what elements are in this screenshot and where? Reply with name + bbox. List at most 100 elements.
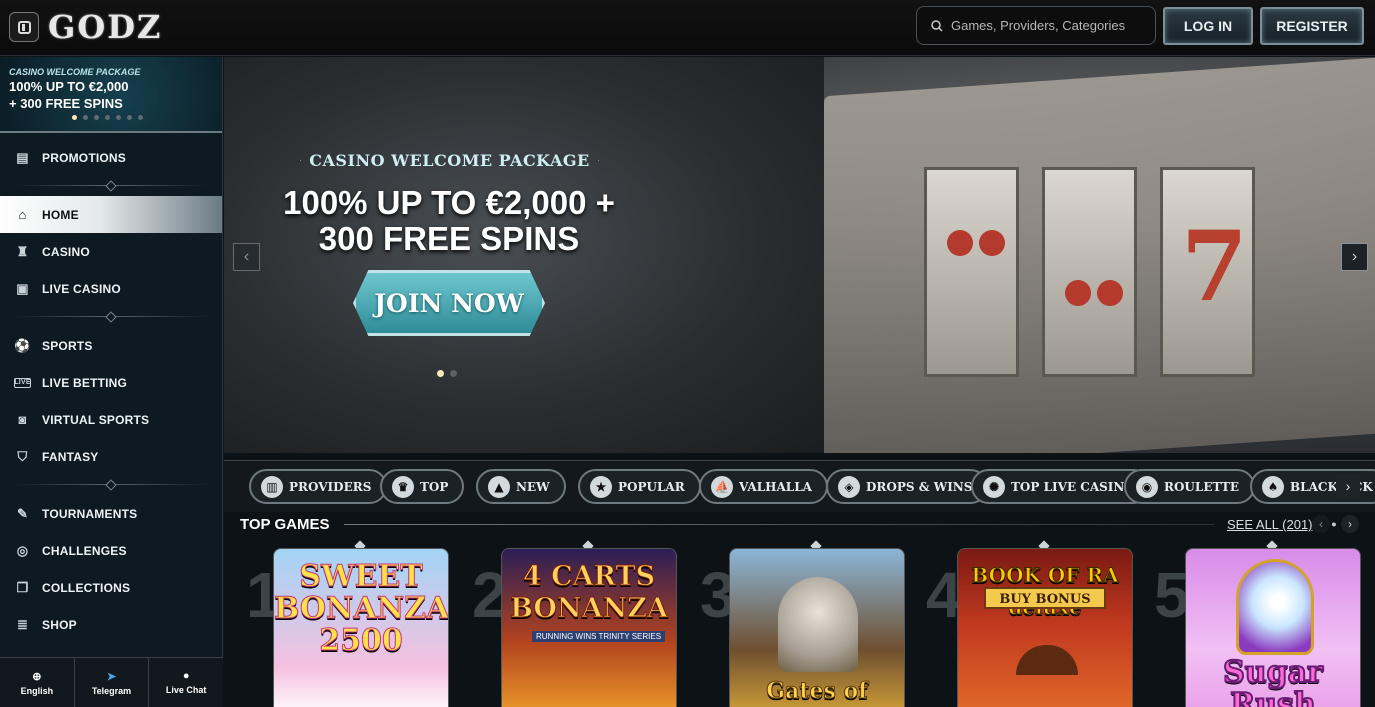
chat-bubble-icon: ● xyxy=(182,670,190,682)
category-label: NEW xyxy=(516,479,550,494)
slot-reel xyxy=(924,167,1019,377)
sidebar-item-tournaments[interactable]: ✎ TOURNAMENTS xyxy=(0,495,222,532)
search-input[interactable] xyxy=(951,18,1141,33)
game-card-4-carts-bonanza[interactable]: 4 CARTS BONANZA RUNNING WINS TRINITY SERI… xyxy=(501,548,677,707)
vr-icon: ◙ xyxy=(18,412,27,427)
promo-carousel-dots xyxy=(72,115,143,120)
carousel-dot[interactable] xyxy=(105,115,110,120)
soccer-ball-icon: ⚽ xyxy=(14,337,31,353)
language-label: English xyxy=(20,685,54,696)
game-title: 4 CARTS BONANZA xyxy=(510,561,669,625)
top-games-next-button[interactable]: › xyxy=(1341,515,1359,533)
logo[interactable]: GODZ xyxy=(48,8,162,46)
category-drops-wins[interactable]: ◈ DROPS & WINS xyxy=(826,469,989,504)
sidebar-item-sports[interactable]: ⚽ SPORTS xyxy=(0,327,222,364)
top-games-header: TOP GAMES SEE ALL (201) ‹ ● › xyxy=(224,512,1375,538)
carousel-dot[interactable] xyxy=(450,370,457,377)
roulette-icon: ◉ xyxy=(1136,475,1158,498)
sidebar-item-label: SPORTS xyxy=(42,338,93,353)
register-button[interactable]: REGISTER xyxy=(1260,7,1364,45)
login-button[interactable]: LOG IN xyxy=(1163,7,1253,45)
hero-next-button[interactable]: › xyxy=(1341,243,1368,271)
zeus-figure xyxy=(778,577,858,672)
game-tag: RUNNING WINS TRINITY SERIES xyxy=(532,631,666,642)
game-title: Sugar Rush xyxy=(1222,655,1324,707)
sidebar-bottom-bar: ⊕ English ➤ Telegram ● Live Chat xyxy=(0,657,223,707)
casino-icon: ♜ xyxy=(16,243,29,259)
category-top[interactable]: ♛ TOP xyxy=(380,469,465,504)
sidebar-toggle-icon xyxy=(17,20,31,34)
join-now-button[interactable]: JOIN NOW xyxy=(353,270,545,336)
sidebar-item-collections[interactable]: ❐ COLLECTIONS xyxy=(0,569,222,606)
sidebar-item-promotions[interactable]: ▤ PROMOTIONS xyxy=(0,139,222,176)
live-chat-label: Live Chat xyxy=(165,685,207,695)
chevron-right-icon: › xyxy=(1348,517,1352,531)
target-icon: ◎ xyxy=(16,542,29,558)
category-label: TOP LIVE CASINO xyxy=(1011,479,1135,494)
see-all-link[interactable]: SEE ALL (201) xyxy=(1227,517,1313,532)
sidebar-promo-banner[interactable]: CASINO WELCOME PACKAGE 100% UP TO €2,000… xyxy=(0,57,222,133)
carousel-dot[interactable] xyxy=(116,115,121,120)
chevron-left-icon: ‹ xyxy=(1319,517,1323,531)
category-valhalla[interactable]: ⛵ VALHALLA xyxy=(699,469,828,504)
gift-box-icon: ▤ xyxy=(16,149,29,165)
chevron-right-icon: › xyxy=(1351,248,1358,265)
sidebar-item-label: LIVE BETTING xyxy=(42,375,128,390)
sidebar-item-label: LIVE CASINO xyxy=(42,281,121,296)
live-chat-button[interactable]: ● Live Chat xyxy=(149,658,223,707)
hero-banner[interactable]: 7 CASINO WELCOME PACKAGE 100% UP TO €2,0… xyxy=(224,57,1375,453)
hero-subtitle: CASINO WELCOME PACKAGE xyxy=(292,149,607,171)
sidebar-toggle-button[interactable] xyxy=(9,12,39,42)
sidebar-item-live-betting[interactable]: LIVE LIVE BETTING xyxy=(0,364,222,401)
sidebar-item-label: CHALLENGES xyxy=(42,543,127,558)
category-new[interactable]: ▲ NEW xyxy=(476,469,566,504)
sidebar-item-challenges[interactable]: ◎ CHALLENGES xyxy=(0,532,222,569)
live-icon: LIVE xyxy=(14,377,31,388)
divider xyxy=(0,475,222,495)
hero-prev-button[interactable]: ‹ xyxy=(233,243,260,271)
category-roulette[interactable]: ◉ ROULETTE xyxy=(1124,469,1256,504)
game-card-sweet-bonanza[interactable]: SWEET BONANZA 2500 xyxy=(273,548,449,707)
blackjack-icon: ♠ xyxy=(1262,475,1284,498)
category-label: POPULAR xyxy=(618,479,685,494)
shield-icon: ⛉ xyxy=(17,448,28,464)
category-popular[interactable]: ★ POPULAR xyxy=(578,469,701,504)
sidebar-item-shop[interactable]: ≣ SHOP xyxy=(0,606,222,643)
sidebar-item-virtual-sports[interactable]: ◙ VIRTUAL SPORTS xyxy=(0,401,222,438)
sidebar-item-fantasy[interactable]: ⛉ FANTASY xyxy=(0,438,222,475)
explorer-hat xyxy=(1016,645,1078,675)
uk-flag-icon: ⊕ xyxy=(32,670,42,683)
language-button[interactable]: ⊕ English xyxy=(0,658,75,707)
sidebar-item-live-casino[interactable]: ▣ LIVE CASINO xyxy=(0,270,222,307)
carousel-dot[interactable] xyxy=(437,370,444,377)
carousel-dot[interactable] xyxy=(83,115,88,120)
carousel-dot[interactable] xyxy=(94,115,99,120)
top-games-title: TOP GAMES xyxy=(240,516,330,533)
bell-icon: ▲ xyxy=(488,475,510,498)
sidebar-item-label: COLLECTIONS xyxy=(42,580,131,595)
sidebar-item-casino[interactable]: ♜ CASINO xyxy=(0,233,222,270)
game-card-sugar-rush[interactable]: Sugar Rush xyxy=(1185,548,1361,707)
top-games-row: 1 SWEET BONANZA 2500 2 4 CARTS BONANZA RU… xyxy=(224,540,1375,707)
coins-icon: ≣ xyxy=(16,616,29,632)
carousel-dot[interactable] xyxy=(72,115,77,120)
sidebar-item-home[interactable]: ⌂ HOME xyxy=(0,196,222,233)
telegram-button[interactable]: ➤ Telegram xyxy=(75,658,150,707)
carousel-dot[interactable] xyxy=(127,115,132,120)
game-card-gates-of-olympus[interactable]: Gates of xyxy=(729,548,905,707)
hero-title: 100% UP TO €2,000 + 300 FREE SPINS xyxy=(254,185,644,257)
category-label: BLACKJACK xyxy=(1290,479,1373,494)
search-box[interactable] xyxy=(916,6,1156,45)
search-icon xyxy=(931,19,943,32)
category-label: DROPS & WINS xyxy=(866,479,973,494)
sidebar-nav: ▤ PROMOTIONS ⌂ HOME ♜ CASINO ▣ LIVE CASINO ⚽… xyxy=(0,139,222,643)
category-bar: ▥ PROVIDERS ♛ TOP ▲ NEW ★ POPULAR ⛵ VALHALLA … xyxy=(224,460,1375,512)
divider xyxy=(0,176,222,196)
chevron-right-icon: › xyxy=(1345,478,1351,494)
category-next-button[interactable]: › xyxy=(1336,474,1360,498)
category-providers[interactable]: ▥ PROVIDERS xyxy=(249,469,388,504)
sidebar-item-label: HOME xyxy=(42,207,79,222)
slot-reel: 7 xyxy=(1160,167,1255,377)
game-card-book-of-ra[interactable]: BOOK OF RA deluxeBUY BONUS xyxy=(957,548,1133,707)
carousel-dot[interactable] xyxy=(138,115,143,120)
